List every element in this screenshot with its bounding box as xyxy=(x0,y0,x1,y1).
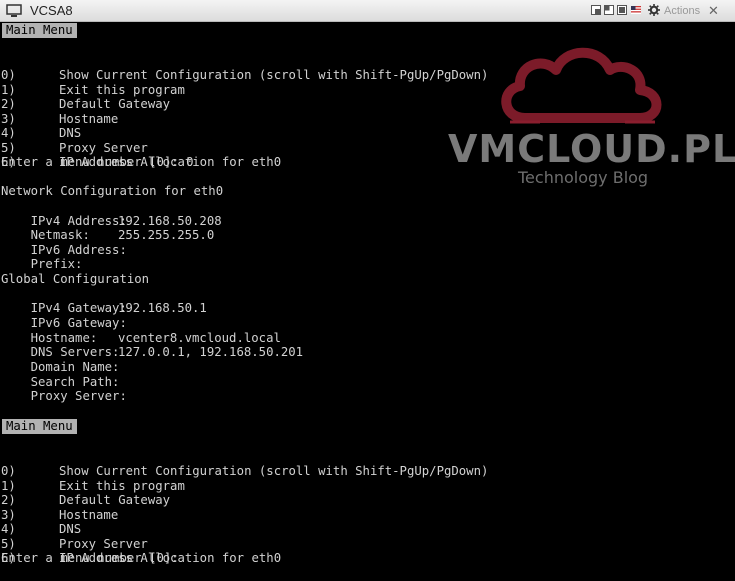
menu-prompt[interactable]: Enter a menu number [0]: xyxy=(1,551,179,566)
fit-window-icon[interactable] xyxy=(591,5,601,15)
keyboard-layout-flag-icon[interactable] xyxy=(631,5,641,15)
config-row: Search Path: xyxy=(30,375,120,389)
menu-item: 5) Proxy Server xyxy=(1,141,148,155)
config-row: DNS Servers: 127.0.0.1, 192.168.50.201 xyxy=(30,345,304,359)
main-menu-header: Main Menu xyxy=(2,23,77,38)
fullscreen-icon[interactable] xyxy=(617,5,627,15)
config-row: IPv6 Gateway: xyxy=(30,316,127,330)
menu-item: 4) DNS xyxy=(1,126,82,140)
gear-icon[interactable] xyxy=(648,4,660,16)
menu-item: 3) Hostname xyxy=(1,508,119,522)
brand-watermark: VMCLOUD.PL xyxy=(448,127,735,171)
menu-item: 0) Show Current Configuration (scroll wit… xyxy=(1,68,489,82)
menu-item: 1) Exit this program xyxy=(1,83,185,97)
fit-guest-icon[interactable] xyxy=(604,5,614,15)
config-row: Prefix: xyxy=(30,257,83,271)
menu-item: 6) IP Address Allocation for eth0 xyxy=(1,155,282,169)
menu-prompt: Enter a menu number [0]: 0 xyxy=(1,155,194,169)
menu-item: 3) Hostname xyxy=(1,112,119,126)
menu-item: 2) Default Gateway xyxy=(1,97,171,111)
window-title: VCSA8 xyxy=(30,3,73,18)
menu-item: 4) DNS xyxy=(1,522,82,536)
config-row: Hostname: vcenter8.vmcloud.local xyxy=(30,331,281,345)
config-row: Domain Name: xyxy=(30,360,120,374)
config-row: IPv6 Address: xyxy=(30,243,127,257)
actions-menu-label[interactable]: Actions xyxy=(664,5,700,17)
monitor-icon xyxy=(6,4,22,17)
menu-item: 2) Default Gateway xyxy=(1,493,171,507)
brand-tagline: Technology Blog xyxy=(518,168,649,187)
config-row: Netmask: 255.255.255.0 xyxy=(30,228,215,242)
global-config-header: Global Configuration xyxy=(1,272,150,286)
config-row: Proxy Server: xyxy=(30,389,127,403)
close-icon[interactable]: ✕ xyxy=(708,3,719,19)
window-controls: Actions ✕ xyxy=(591,3,731,19)
config-row: IPv4 Gateway: 192.168.50.1 xyxy=(30,301,207,315)
network-config-header: Network Configuration for eth0 xyxy=(1,184,224,198)
main-menu-header: Main Menu xyxy=(2,419,77,434)
config-row: IPv4 Address: 192.168.50.208 xyxy=(30,214,222,228)
menu-item: 5) Proxy Server xyxy=(1,537,148,551)
menu-item: 6) IP Address Allocation for eth0 xyxy=(1,551,282,565)
window-titlebar: VCSA8 Actions ✕ xyxy=(0,0,735,22)
menu-item: 0) Show Current Configuration (scroll wit… xyxy=(1,464,489,478)
menu-item: 1) Exit this program xyxy=(1,479,185,493)
